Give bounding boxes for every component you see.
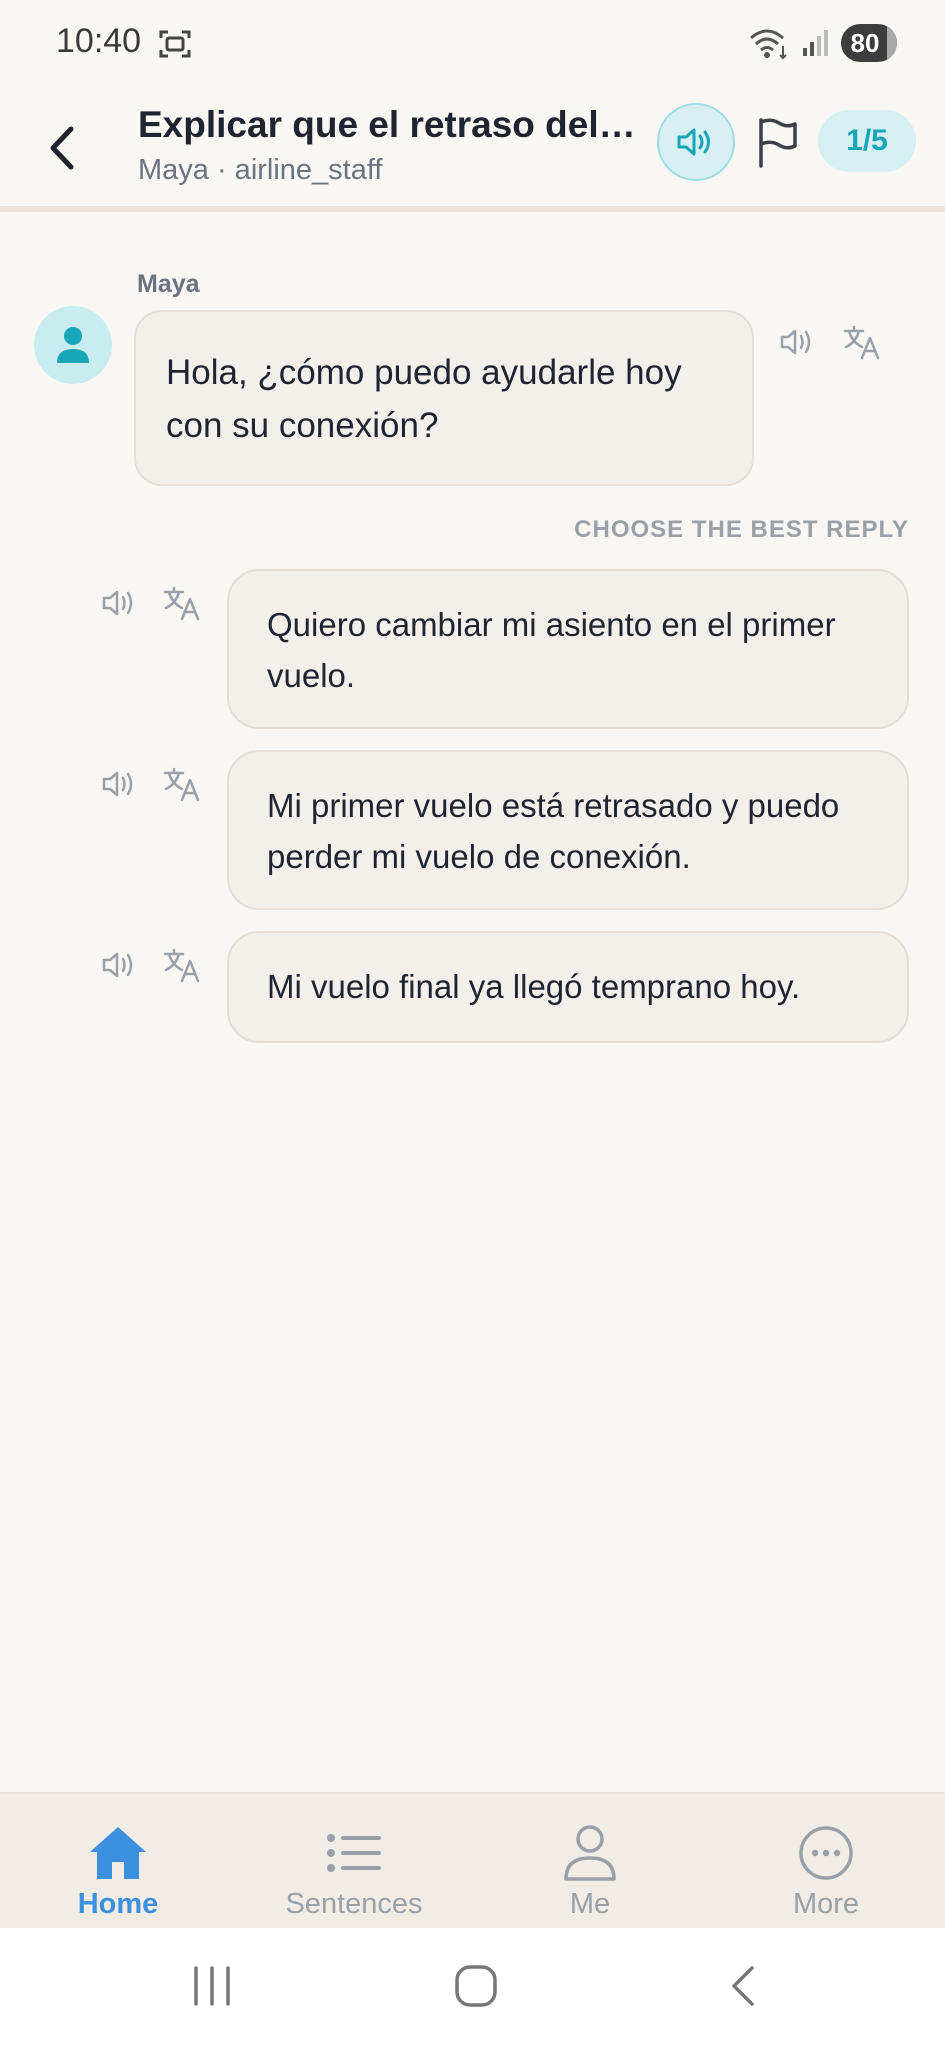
status-bar: 10:40 80 xyxy=(0,0,945,88)
person-icon xyxy=(564,1825,616,1881)
title-block: Explicar que el retraso del p... Maya · … xyxy=(138,102,638,187)
nav-more[interactable]: More xyxy=(736,1824,916,1921)
signal-icon xyxy=(803,30,828,56)
reply-option-1[interactable]: Quiero cambiar mi asiento en el primer v… xyxy=(227,569,909,729)
speaker-name: Maya xyxy=(137,270,200,298)
nav-sentences-label: Sentences xyxy=(285,1888,423,1920)
list-icon xyxy=(327,1834,381,1872)
avatar xyxy=(34,306,112,384)
page-subtitle: Maya · airline_staff xyxy=(138,154,383,186)
status-icons: 80 xyxy=(747,24,897,62)
option-speaker-icon[interactable] xyxy=(100,764,140,804)
bottom-nav: Home Sentences Me More xyxy=(0,1792,945,1928)
reply-option-2[interactable]: Mi primer vuelo está retrasado y puedo p… xyxy=(227,750,909,910)
nav-me-label: Me xyxy=(569,1888,611,1920)
nav-home-label: Home xyxy=(77,1888,159,1920)
home-icon xyxy=(90,1827,146,1879)
option-translate-icon[interactable] xyxy=(162,583,202,623)
choose-reply-label: CHOOSE THE BEST REPLY xyxy=(574,516,909,543)
recents-button[interactable] xyxy=(190,1964,234,2008)
status-time: 10:40 xyxy=(56,22,142,60)
battery-icon: 80 xyxy=(841,24,897,62)
page-title: Explicar que el retraso del p... xyxy=(138,104,638,145)
play-audio-button[interactable] xyxy=(657,103,735,181)
message-translate-icon[interactable] xyxy=(842,322,882,362)
speaker-icon xyxy=(677,128,710,156)
progress-counter: 1/5 xyxy=(818,110,916,172)
system-nav-bar xyxy=(0,1928,945,2048)
back-button[interactable] xyxy=(38,116,86,180)
nav-more-label: More xyxy=(792,1888,860,1920)
flag-icon[interactable] xyxy=(755,116,799,168)
screenshot-icon xyxy=(159,30,191,58)
option-speaker-icon[interactable] xyxy=(100,583,140,623)
person-icon xyxy=(57,327,89,363)
incoming-message: Hola, ¿cómo puedo ayudarle hoy con su co… xyxy=(134,310,754,486)
wifi-icon xyxy=(750,29,787,60)
reply-option-3[interactable]: Mi vuelo final ya llegó temprano hoy. xyxy=(227,931,909,1043)
option-translate-icon[interactable] xyxy=(162,945,202,985)
option-speaker-icon[interactable] xyxy=(100,945,140,985)
nav-me[interactable]: Me xyxy=(500,1824,680,1921)
option-translate-icon[interactable] xyxy=(162,764,202,804)
nav-home[interactable]: Home xyxy=(28,1824,208,1921)
chevron-left-icon xyxy=(50,126,74,170)
message-speaker-icon[interactable] xyxy=(778,322,818,362)
more-icon xyxy=(799,1826,853,1880)
battery-level: 80 xyxy=(850,27,880,58)
lesson-header: Explicar que el retraso del p... Maya · … xyxy=(0,88,945,212)
nav-sentences[interactable]: Sentences xyxy=(264,1824,444,1921)
back-nav-button[interactable] xyxy=(722,1964,766,2008)
home-button[interactable] xyxy=(454,1964,498,2008)
